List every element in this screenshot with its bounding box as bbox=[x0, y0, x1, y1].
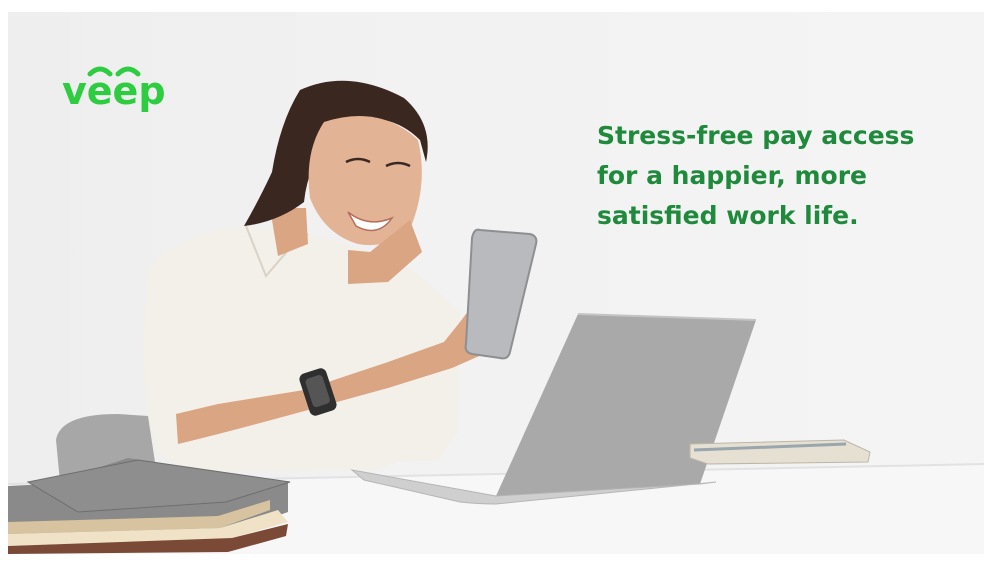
headline: Stress-free pay access for a happier, mo… bbox=[597, 116, 957, 236]
headline-line-2: for a happier, more bbox=[597, 161, 868, 190]
svg-text:veep: veep bbox=[62, 69, 166, 113]
headline-line-1: Stress-free pay access bbox=[597, 121, 915, 150]
promo-banner: veep Stress-free pay access for a happie… bbox=[8, 12, 984, 554]
veep-logo: veep bbox=[62, 66, 166, 113]
headline-line-3: satisfied work life. bbox=[597, 201, 859, 230]
phone bbox=[464, 228, 538, 360]
